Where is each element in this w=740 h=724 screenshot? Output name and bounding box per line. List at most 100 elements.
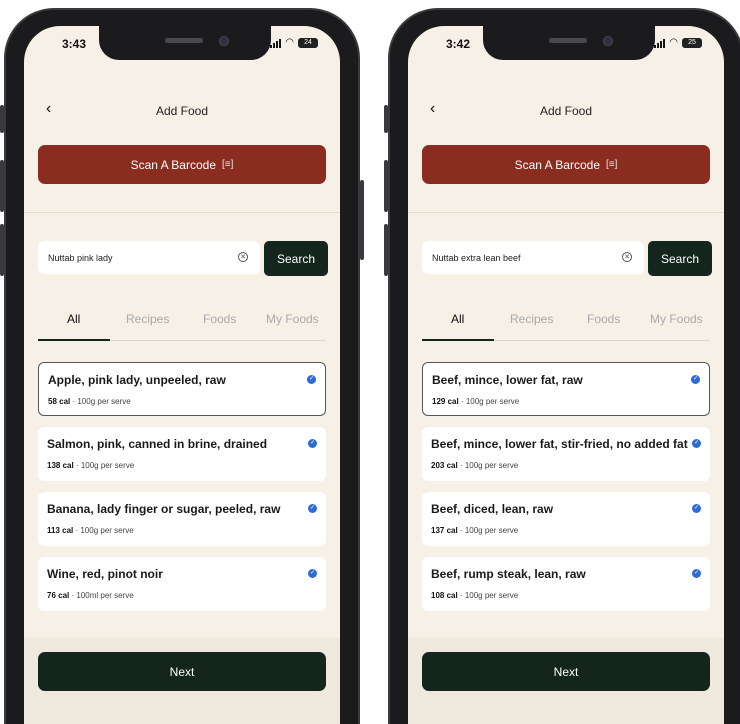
tab-recipes[interactable]: Recipes — [126, 312, 169, 326]
next-button[interactable]: Next — [38, 652, 326, 691]
volume-down-button — [384, 224, 388, 276]
food-result-item[interactable]: Beef, rump steak, lean, raw 108 cal · 10… — [422, 557, 710, 611]
food-result-item[interactable]: Beef, mince, lower fat, raw 129 cal · 10… — [422, 362, 710, 416]
food-name: Banana, lady finger or sugar, peeled, ra… — [47, 502, 281, 516]
food-serving: · 100ml per serve — [69, 591, 134, 600]
speaker — [165, 38, 203, 43]
nav-bar: ‹ Add Food — [408, 100, 724, 122]
food-calories: 137 cal — [431, 526, 458, 535]
scan-barcode-label: Scan A Barcode — [514, 157, 600, 172]
search-input[interactable]: Nuttab pink lady ✕ — [38, 241, 260, 274]
search-button[interactable]: Search — [264, 241, 328, 276]
food-name: Beef, mince, lower fat, stir-fried, no a… — [431, 437, 688, 451]
notch — [99, 26, 271, 60]
search-input-value: Nuttab pink lady — [48, 252, 113, 263]
verified-icon: ✓ — [308, 504, 317, 513]
food-details: 129 cal · 100g per serve — [432, 397, 519, 406]
mute-switch — [384, 105, 388, 133]
tab-my-foods[interactable]: My Foods — [650, 312, 703, 326]
tab-foods[interactable]: Foods — [203, 312, 236, 326]
volume-up-button — [0, 160, 4, 212]
food-result-item[interactable]: Banana, lady finger or sugar, peeled, ra… — [38, 492, 326, 546]
clear-icon[interactable]: ✕ — [622, 252, 632, 262]
status-time: 3:42 — [446, 37, 471, 51]
food-name: Beef, mince, lower fat, raw — [432, 373, 583, 387]
food-name: Apple, pink lady, unpeeled, raw — [48, 373, 226, 387]
tab-foods[interactable]: Foods — [587, 312, 620, 326]
status-icons: ◠ 25 — [654, 37, 702, 48]
food-calories: 108 cal — [431, 591, 458, 600]
barcode-scan-icon: [≡] — [606, 159, 618, 170]
divider — [408, 212, 724, 213]
volume-up-button — [384, 160, 388, 212]
verified-icon: ✓ — [692, 504, 701, 513]
next-button[interactable]: Next — [422, 652, 710, 691]
page-title: Add Food — [155, 104, 209, 118]
tab-underline — [422, 339, 494, 341]
food-details: 108 cal · 100g per serve — [431, 591, 518, 600]
food-serving: · 100g per serve — [73, 461, 135, 470]
food-details: 113 cal · 100g per serve — [47, 526, 134, 535]
food-serving: · 100g per serve — [457, 591, 519, 600]
nav-bar: ‹ Add Food — [24, 100, 340, 122]
signal-icon — [654, 38, 666, 48]
search-input[interactable]: Nuttab extra lean beef ✕ — [422, 241, 644, 274]
battery-icon: 25 — [682, 37, 702, 48]
tab-bar: All Recipes Foods My Foods — [38, 310, 326, 341]
food-details: 203 cal · 100g per serve — [431, 461, 518, 470]
camera-icon — [603, 36, 613, 46]
scan-barcode-button[interactable]: Scan A Barcode [≡] — [422, 145, 710, 184]
food-calories: 76 cal — [47, 591, 70, 600]
scan-barcode-label: Scan A Barcode — [130, 157, 216, 172]
food-calories: 129 cal — [432, 397, 459, 406]
tab-underline — [38, 339, 110, 341]
food-calories: 113 cal — [47, 526, 74, 535]
wifi-icon: ◠ — [285, 37, 294, 48]
tab-all[interactable]: All — [67, 312, 80, 326]
food-result-item[interactable]: Salmon, pink, canned in brine, drained 1… — [38, 427, 326, 481]
phone-left: 3:43 ◠ 24 ‹ Add Food Scan A Barcode [≡] … — [0, 8, 364, 724]
power-button — [360, 180, 364, 260]
food-details: 137 cal · 100g per serve — [431, 526, 518, 535]
verified-icon: ✓ — [691, 375, 700, 384]
wifi-icon: ◠ — [669, 37, 678, 48]
food-calories: 203 cal — [431, 461, 458, 470]
scan-barcode-button[interactable]: Scan A Barcode [≡] — [38, 145, 326, 184]
verified-icon: ✓ — [308, 569, 317, 578]
food-name: Wine, red, pinot noir — [47, 567, 163, 581]
food-calories: 58 cal — [48, 397, 71, 406]
food-serving: · 100g per serve — [457, 526, 519, 535]
tab-recipes[interactable]: Recipes — [510, 312, 553, 326]
food-serving: · 100g per serve — [73, 526, 134, 535]
status-icons: ◠ 24 — [270, 37, 318, 48]
food-result-item[interactable]: Wine, red, pinot noir 76 cal · 100ml per… — [38, 557, 326, 611]
mute-switch — [0, 105, 4, 133]
tab-bar: All Recipes Foods My Foods — [422, 310, 710, 341]
screen: 3:42 ◠ 25 ‹ Add Food Scan A Barcode [≡] … — [408, 26, 724, 724]
food-result-item[interactable]: Beef, diced, lean, raw 137 cal · 100g pe… — [422, 492, 710, 546]
page-title: Add Food — [539, 104, 593, 118]
notch — [483, 26, 655, 60]
food-serving: · 100g per serve — [457, 461, 519, 470]
food-details: 138 cal · 100g per serve — [47, 461, 134, 470]
verified-icon: ✓ — [307, 375, 316, 384]
food-result-item[interactable]: Apple, pink lady, unpeeled, raw 58 cal ·… — [38, 362, 326, 416]
barcode-scan-icon: [≡] — [222, 159, 234, 170]
search-input-value: Nuttab extra lean beef — [432, 252, 521, 263]
search-button[interactable]: Search — [648, 241, 712, 276]
screen: 3:43 ◠ 24 ‹ Add Food Scan A Barcode [≡] … — [24, 26, 340, 724]
verified-icon: ✓ — [692, 569, 701, 578]
food-details: 76 cal · 100ml per serve — [47, 591, 134, 600]
divider — [24, 212, 340, 213]
clear-icon[interactable]: ✕ — [238, 252, 248, 262]
verified-icon: ✓ — [692, 439, 701, 448]
tab-all[interactable]: All — [451, 312, 464, 326]
camera-icon — [219, 36, 229, 46]
speaker — [549, 38, 587, 43]
phone-right: 3:42 ◠ 25 ‹ Add Food Scan A Barcode [≡] … — [384, 8, 740, 724]
food-details: 58 cal · 100g per serve — [48, 397, 131, 406]
tab-my-foods[interactable]: My Foods — [266, 312, 319, 326]
status-time: 3:43 — [62, 37, 87, 51]
food-result-item[interactable]: Beef, mince, lower fat, stir-fried, no a… — [422, 427, 710, 481]
food-name: Beef, diced, lean, raw — [431, 502, 554, 516]
